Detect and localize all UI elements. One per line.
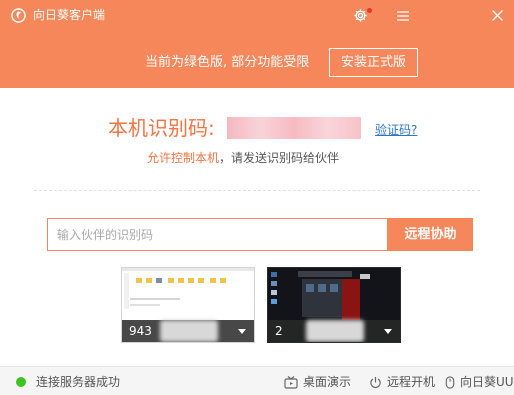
divider (34, 190, 480, 191)
redacted-device-name (160, 320, 218, 342)
remote-boot-button[interactable]: 远程开机 (369, 374, 435, 390)
sunflower-logo-icon (11, 8, 26, 23)
redacted-device-name (306, 320, 364, 342)
recent-device-thumbnail[interactable]: 2 (267, 267, 401, 343)
title-bar: 向日葵客户端 (0, 0, 514, 31)
verification-code-link[interactable]: 验证码? (375, 123, 417, 138)
hamburger-menu-icon (397, 10, 409, 21)
chevron-down-icon[interactable] (238, 329, 246, 334)
close-button[interactable] (477, 0, 514, 31)
allow-control-hint: 允许控制本机，请发送识别码给伙伴 (147, 150, 339, 166)
device-id-masked-value (227, 117, 361, 139)
power-icon (370, 376, 381, 388)
device-label: 2 (275, 324, 283, 338)
online-status-dot (16, 377, 26, 387)
desktop-demo-button[interactable]: 桌面演示 (284, 374, 351, 390)
recent-device-thumbnail[interactable]: 943 (121, 267, 255, 343)
settings-button[interactable] (340, 0, 380, 31)
allow-control-link[interactable]: 允许控制本机 (147, 151, 219, 165)
sunflower-uu-label: 向日葵UU (460, 375, 514, 389)
mouse-icon (445, 375, 455, 389)
device-label: 943 (129, 324, 152, 338)
device-id-label: 本机识别码: (108, 116, 215, 140)
tv-icon (284, 375, 298, 389)
status-bar: 连接服务器成功 桌面演示 远程开机 向日葵UU (0, 366, 514, 395)
app-title: 向日葵客户端 (33, 8, 106, 22)
connection-status: 连接服务器成功 (36, 375, 121, 389)
gear-icon (353, 9, 367, 22)
install-full-version-button[interactable]: 安装正式版 (329, 48, 418, 77)
notification-dot (367, 8, 372, 13)
remote-assist-button[interactable]: 远程协助 (388, 218, 473, 251)
hint-text: ，请发送识别码给伙伴 (219, 151, 340, 165)
chevron-down-icon[interactable] (384, 329, 392, 334)
desktop-demo-label: 桌面演示 (303, 375, 352, 389)
banner-text: 当前为绿色版, 部分功能受限 (145, 55, 310, 70)
sunflower-uu-button[interactable]: 向日葵UU (445, 374, 514, 390)
green-version-banner: 当前为绿色版, 部分功能受限 安装正式版 (0, 31, 514, 88)
close-icon (491, 10, 503, 21)
menu-button[interactable] (383, 0, 423, 31)
remote-boot-label: 远程开机 (387, 375, 436, 389)
partner-id-input[interactable] (47, 218, 388, 251)
